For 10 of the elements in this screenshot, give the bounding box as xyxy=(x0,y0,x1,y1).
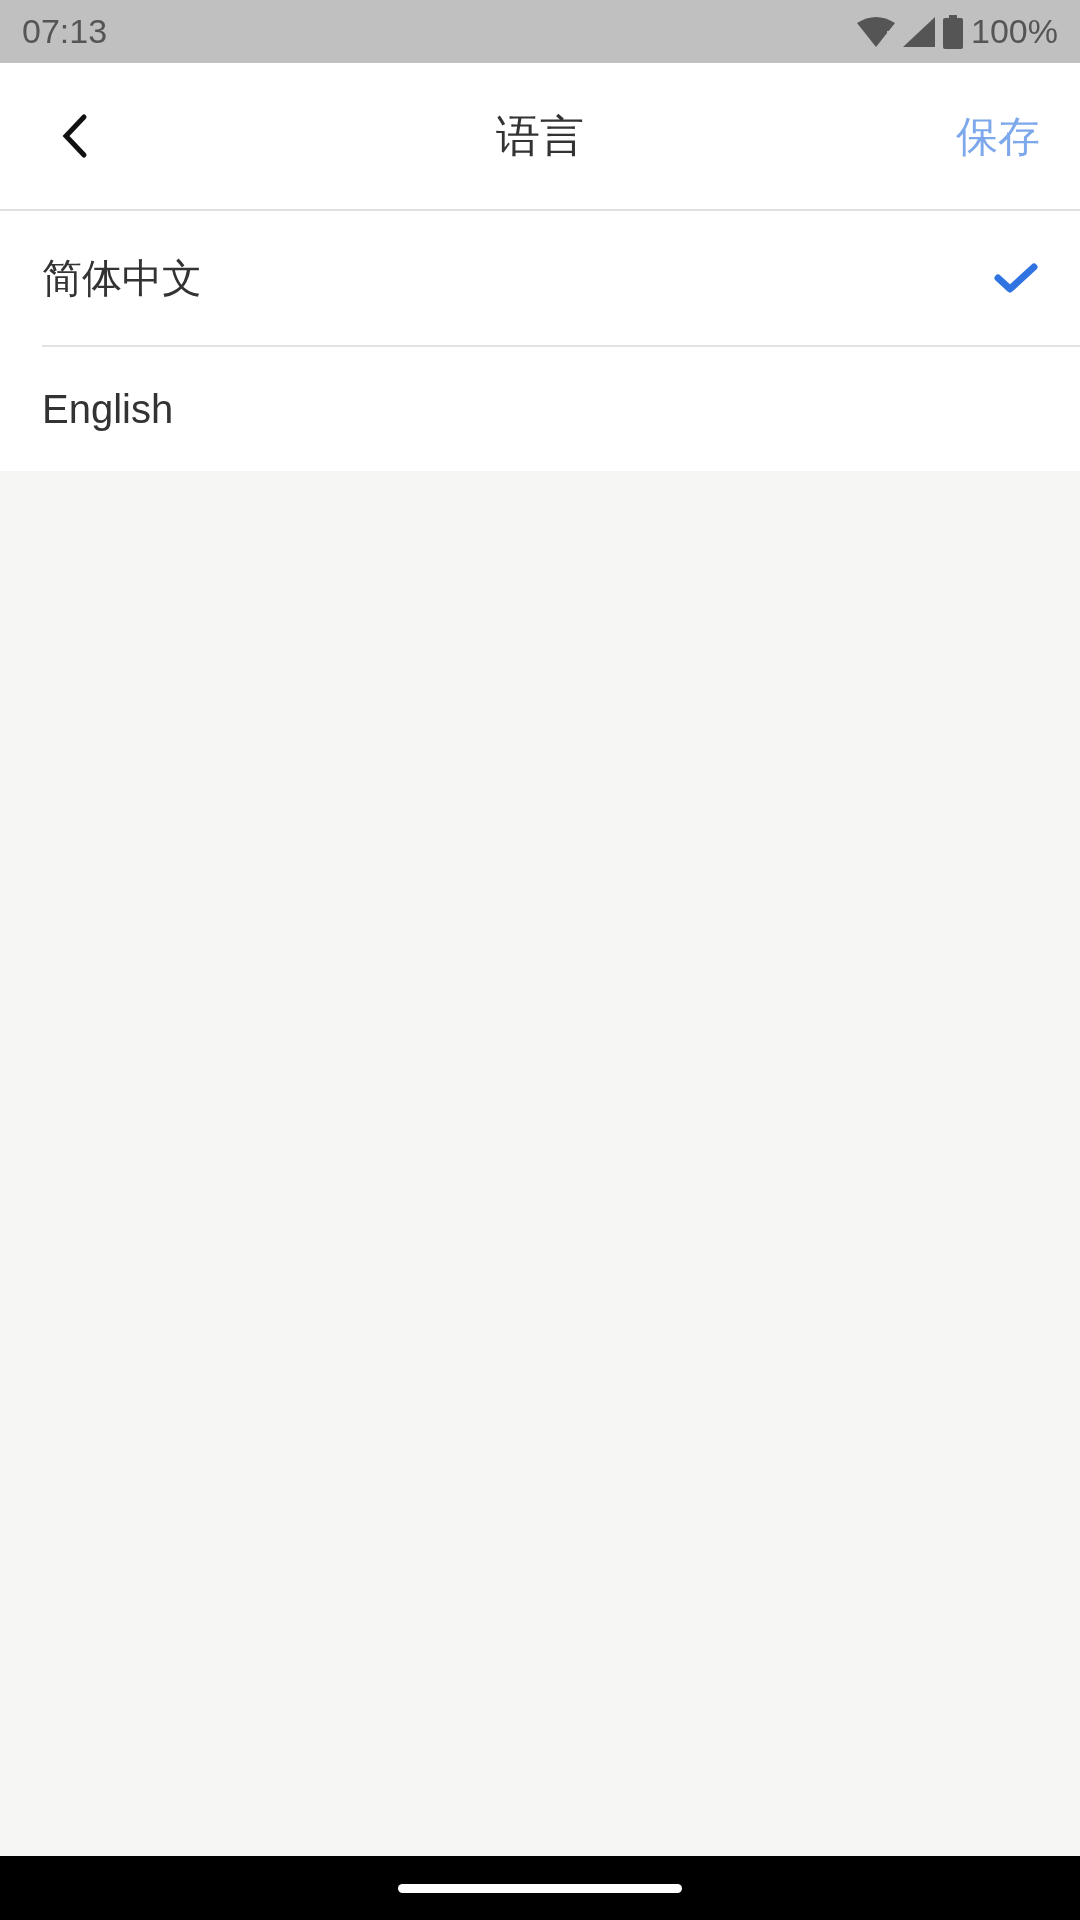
page-title: 语言 xyxy=(496,110,584,162)
check-icon xyxy=(994,262,1038,294)
home-handle[interactable] xyxy=(398,1883,682,1893)
signal-icon xyxy=(903,16,936,47)
status-time: 07:13 xyxy=(22,11,108,52)
wifi-icon xyxy=(857,16,896,47)
language-option[interactable]: English xyxy=(42,347,1080,471)
language-option[interactable]: 简体中文 xyxy=(42,211,1080,347)
battery-icon xyxy=(943,14,964,49)
battery-percent: 100% xyxy=(971,11,1058,52)
